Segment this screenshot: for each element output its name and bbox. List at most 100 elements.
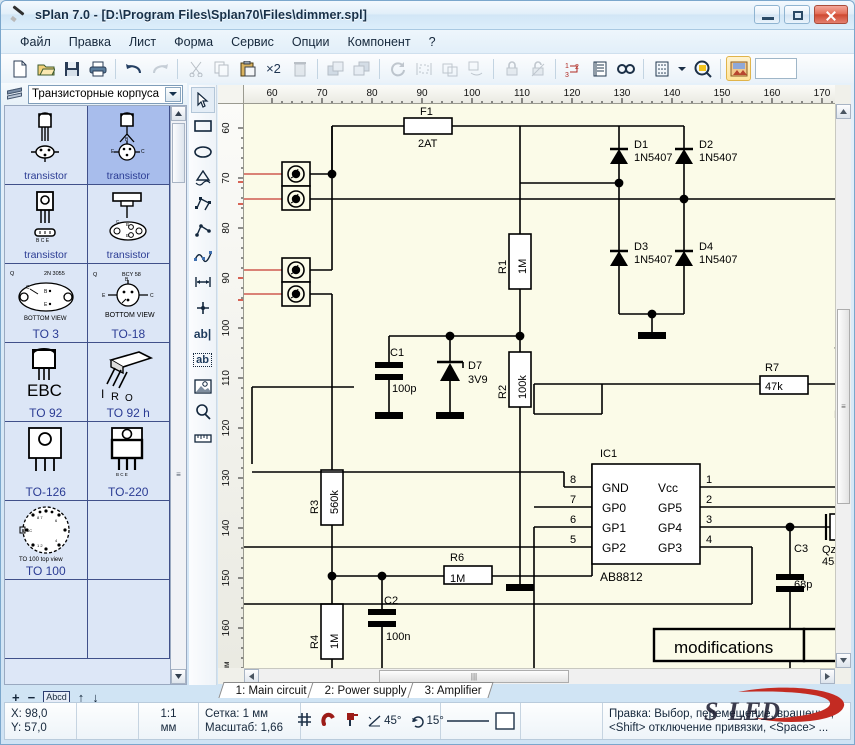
list-item[interactable]: I R O TO 92 h [88, 343, 171, 422]
library-scrollbar[interactable]: ≡ [170, 106, 186, 684]
paste-icon[interactable] [235, 56, 260, 81]
list-item[interactable]: TO-126 [5, 422, 88, 501]
scale-field[interactable]: 1:1 мм [139, 703, 199, 739]
component-ref-D7: D7 [468, 360, 482, 372]
list-item[interactable] [88, 580, 171, 659]
svg-text:EBC: EBC [27, 381, 62, 400]
find-icon[interactable] [613, 56, 638, 81]
rectangle-tool[interactable] [191, 113, 215, 139]
tab-amplifier[interactable]: 3: Amplifier [407, 682, 493, 698]
tab-power-supply[interactable]: 2: Power supply [307, 682, 418, 698]
text-tool[interactable]: ab| [191, 321, 215, 347]
library-toolbar: Транзисторные корпуса [1, 83, 187, 105]
list-item[interactable]: Q BCY 58 B E C BOTTOM VIEW TO-18 [88, 264, 171, 343]
menu-item-sheet[interactable]: Лист [120, 32, 165, 52]
scroll-up-arrow[interactable] [171, 106, 186, 121]
menu-item-help[interactable]: ? [420, 32, 445, 52]
list-item[interactable]: EBC TO 92 [5, 343, 88, 422]
grid-toggle-icon[interactable] [297, 712, 312, 731]
layer-name-field[interactable] [755, 58, 797, 79]
grid-icon[interactable] [649, 56, 674, 81]
component-ref-IC1: IC1 [600, 448, 617, 460]
select-tool[interactable] [191, 87, 215, 113]
polygon-tool[interactable] [191, 165, 215, 191]
list-item[interactable]: B E C transistor [88, 185, 171, 264]
print-icon[interactable] [85, 56, 110, 81]
scroll-thumb[interactable]: ≡ [837, 309, 850, 504]
ungroup-icon[interactable] [463, 56, 488, 81]
undo-icon[interactable] [121, 56, 146, 81]
minimize-button[interactable] [754, 5, 780, 24]
scroll-right-arrow[interactable] [820, 669, 835, 684]
menu-item-file[interactable]: Файл [11, 32, 60, 52]
line-style-preview[interactable] [441, 703, 521, 739]
measure-tool[interactable] [191, 425, 215, 451]
zoom-icon[interactable] [690, 56, 715, 81]
special-point-tool[interactable] [191, 295, 215, 321]
grid-zoom-field[interactable]: Сетка: 1 мм Масштаб: 1,66 [199, 703, 301, 739]
delete-icon[interactable] [287, 56, 312, 81]
list-item[interactable] [5, 580, 88, 659]
copy-icon[interactable] [209, 56, 234, 81]
layers-icon[interactable] [726, 56, 751, 81]
line-tool[interactable] [191, 191, 215, 217]
snap-magnet-icon[interactable] [321, 712, 336, 731]
scroll-up-arrow[interactable] [836, 104, 851, 119]
unlock-icon[interactable] [525, 56, 550, 81]
list-item[interactable]: B C E TO-220 [88, 422, 171, 501]
text-box-tool[interactable]: ab [191, 347, 215, 373]
library-books-icon[interactable] [5, 85, 25, 103]
menu-item-service[interactable]: Сервис [222, 32, 283, 52]
menu-item-form[interactable]: Форма [165, 32, 222, 52]
rotate-15-icon[interactable]: 15° [411, 714, 444, 728]
list-item[interactable] [88, 501, 171, 580]
group-icon[interactable] [437, 56, 462, 81]
list-item[interactable]: 8 7 6 1C 1 2 4 TO 100 top view TO 100 [5, 501, 88, 580]
cut-icon[interactable] [183, 56, 208, 81]
pin-icon[interactable] [345, 712, 359, 731]
lock-icon[interactable] [499, 56, 524, 81]
schematic-sheet[interactable]: F1 2AT D1 1N5407 D2 1N5407 D3 1N5407 D4 … [244, 104, 835, 668]
auto-number-icon[interactable]: 123 [561, 56, 586, 81]
svg-text:E: E [126, 233, 129, 238]
bezier-tool[interactable] [191, 217, 215, 243]
list-item[interactable]: B C E transistor [5, 185, 88, 264]
open-file-icon[interactable] [33, 56, 58, 81]
image-tool[interactable] [191, 373, 215, 399]
dimension-tool[interactable] [191, 269, 215, 295]
rotate-icon[interactable] [385, 56, 410, 81]
maximize-button[interactable] [784, 5, 810, 24]
chevron-down-icon[interactable] [165, 87, 181, 102]
send-to-back-icon[interactable] [349, 56, 374, 81]
angle-45-icon[interactable]: 45° [368, 714, 401, 728]
save-file-icon[interactable] [59, 56, 84, 81]
hint-line-2: <Shift> отключение привязки, <Space> ... [609, 721, 844, 735]
status-bar: X: 98,0 Y: 57,0 1:1 мм Сетка: 1 мм Масшт… [4, 702, 851, 740]
scroll-down-arrow[interactable] [836, 653, 851, 668]
spline-tool[interactable] [191, 243, 215, 269]
svg-text:1: 1 [565, 63, 569, 70]
redo-icon[interactable] [147, 56, 172, 81]
library-group-select[interactable]: Транзисторные корпуса [28, 85, 183, 104]
scroll-down-arrow[interactable] [171, 669, 186, 684]
svg-text:80: 80 [366, 88, 378, 99]
mirror-horizontal-icon[interactable] [411, 56, 436, 81]
parts-list-icon[interactable] [587, 56, 612, 81]
menu-item-options[interactable]: Опции [283, 32, 339, 52]
tab-main-circuit[interactable]: 1: Main circuit [218, 682, 318, 698]
chevron-down-icon[interactable] [675, 56, 689, 81]
canvas-vertical-scrollbar[interactable]: ≡ [835, 104, 851, 668]
menu-item-edit[interactable]: Правка [60, 32, 120, 52]
bring-to-front-icon[interactable] [323, 56, 348, 81]
duplicate-x2-icon[interactable]: ×2 [261, 56, 286, 81]
close-button[interactable] [814, 5, 848, 24]
new-file-icon[interactable] [7, 56, 32, 81]
list-item[interactable]: transistor [5, 106, 88, 185]
list-item[interactable]: B E C transistor [88, 106, 171, 185]
menu-item-component[interactable]: Компонент [339, 32, 420, 52]
scroll-thumb[interactable] [172, 123, 185, 183]
list-item[interactable]: Q 2N 3055 C B E BOTTOM VIEW TO 3 [5, 264, 88, 343]
svg-text:I: I [101, 387, 104, 401]
zoom-tool[interactable] [191, 399, 215, 425]
ellipse-tool[interactable] [191, 139, 215, 165]
